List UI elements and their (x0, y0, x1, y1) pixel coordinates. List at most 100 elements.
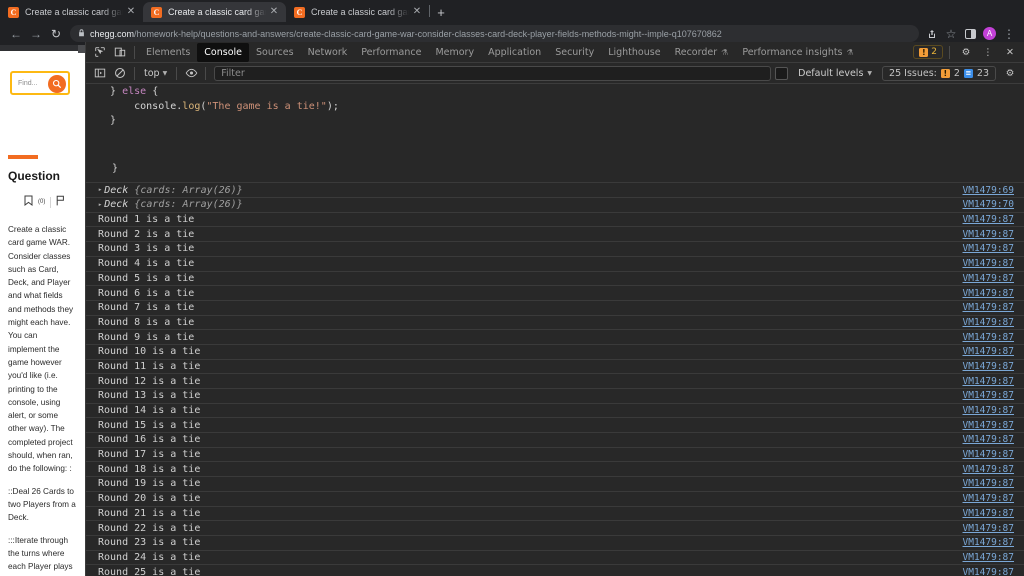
reload-button[interactable]: ↻ (46, 24, 66, 44)
side-panel-icon[interactable] (961, 24, 979, 44)
devtools-tab-recorder[interactable]: Recorder ⚗ (668, 43, 736, 62)
error-badge[interactable]: ! 2 (913, 45, 943, 59)
console-settings-gear-icon[interactable]: ⚙ (1000, 64, 1020, 83)
source-link[interactable]: VM1479:87 (963, 418, 1014, 432)
log-levels-selector[interactable]: Default levels ▼ (792, 68, 878, 79)
source-link[interactable]: VM1479:87 (963, 404, 1014, 418)
avatar[interactable]: A (983, 27, 996, 40)
console-sidebar-icon[interactable] (90, 64, 110, 83)
source-link[interactable]: VM1479:87 (963, 551, 1014, 565)
console-message-row[interactable]: Round 22 is a tie VM1479:87 (86, 520, 1024, 535)
search-icon[interactable] (48, 75, 66, 93)
devtools-tab-console[interactable]: Console (197, 42, 249, 62)
execution-context-selector[interactable]: top ▼ (139, 68, 172, 79)
inspect-element-icon[interactable] (90, 43, 110, 62)
console-message-row[interactable]: Round 12 is a tie VM1479:87 (86, 373, 1024, 388)
browser-tab[interactable]: C Create a classic card game WA✕ (286, 2, 429, 22)
console-message-row[interactable]: Round 2 is a tie VM1479:87 (86, 226, 1024, 241)
source-link[interactable]: VM1479:87 (963, 213, 1014, 227)
source-link[interactable]: VM1479:87 (963, 345, 1014, 359)
console-message-row[interactable]: Round 4 is a tie VM1479:87 (86, 255, 1024, 271)
devtools-tab-memory[interactable]: Memory (428, 43, 481, 62)
console-message-row[interactable]: Round 19 is a tie VM1479:87 (86, 476, 1024, 491)
expand-triangle-icon[interactable]: ▸ (98, 186, 102, 194)
console-object-row[interactable]: ▸ Deck {cards: Array(26)} VM1479:70 (86, 197, 1024, 212)
devtools-tab-sources[interactable]: Sources (249, 43, 301, 62)
browser-menu-icon[interactable]: ⋮ (1000, 24, 1018, 44)
console-message-row[interactable]: Round 16 is a tie VM1479:87 (86, 432, 1024, 447)
address-bar[interactable]: chegg.com/homework-help/questions-and-an… (70, 25, 919, 42)
console-message-row[interactable]: Round 24 is a tie VM1479:87 (86, 549, 1024, 565)
console-message-row[interactable]: Round 5 is a tie VM1479:87 (86, 270, 1024, 286)
gear-icon[interactable]: ⚙ (956, 43, 976, 62)
source-link[interactable]: VM1479:87 (963, 389, 1014, 403)
source-link[interactable]: VM1479:87 (963, 565, 1014, 576)
source-link[interactable]: VM1479:87 (963, 227, 1014, 241)
source-link[interactable]: VM1479:87 (963, 242, 1014, 256)
expand-triangle-icon[interactable]: ▸ (98, 200, 102, 208)
console-message-row[interactable]: Round 1 is a tie VM1479:87 (86, 211, 1024, 227)
console-message-row[interactable]: Round 3 is a tie VM1479:87 (86, 241, 1024, 256)
devtools-tab-application[interactable]: Application (481, 43, 548, 62)
devtools-tab-elements[interactable]: Elements (139, 43, 197, 62)
device-toolbar-icon[interactable] (110, 43, 130, 62)
console-message-row[interactable]: Round 6 is a tie VM1479:87 (86, 285, 1024, 300)
browser-tab[interactable]: C Create a classic card game WA✕ (143, 2, 286, 22)
console-message-row[interactable]: Round 10 is a tie VM1479:87 (86, 343, 1024, 359)
console-message-row[interactable]: Round 18 is a tie VM1479:87 (86, 461, 1024, 476)
console-message-row[interactable]: Round 17 is a tie VM1479:87 (86, 446, 1024, 462)
flag-icon[interactable] (56, 193, 65, 211)
source-link[interactable]: VM1479:87 (963, 316, 1014, 330)
console-message-row[interactable]: Round 25 is a tie VM1479:87 (86, 564, 1024, 576)
source-link[interactable]: VM1479:69 (963, 183, 1014, 197)
share-icon[interactable] (923, 24, 941, 44)
source-link[interactable]: VM1479:87 (963, 360, 1014, 374)
source-link[interactable]: VM1479:87 (963, 492, 1014, 506)
console-message-row[interactable]: Round 15 is a tie VM1479:87 (86, 417, 1024, 432)
devtools-tab-performance[interactable]: Performance (354, 43, 428, 62)
source-link[interactable]: VM1479:87 (963, 448, 1014, 462)
devtools-tab-lighthouse[interactable]: Lighthouse (601, 43, 667, 62)
devtools-tab-performance-insights[interactable]: Performance insights ⚗ (735, 43, 860, 62)
console-message-row[interactable]: Round 20 is a tie VM1479:87 (86, 490, 1024, 506)
browser-tab[interactable]: C Create a classic card game WA✕ (0, 2, 143, 22)
devtools-tab-network[interactable]: Network (301, 43, 355, 62)
source-link[interactable]: VM1479:87 (963, 462, 1014, 476)
console-message-row[interactable]: Round 7 is a tie VM1479:87 (86, 299, 1024, 315)
source-link[interactable]: VM1479:87 (963, 257, 1014, 271)
console-message-row[interactable]: Round 21 is a tie VM1479:87 (86, 505, 1024, 521)
source-link[interactable]: VM1479:87 (963, 433, 1014, 447)
console-message-row[interactable]: Round 13 is a tie VM1479:87 (86, 388, 1024, 403)
source-link[interactable]: VM1479:87 (963, 536, 1014, 550)
tab-close-icon[interactable]: ✕ (268, 7, 280, 17)
console-message-row[interactable]: Round 8 is a tie VM1479:87 (86, 314, 1024, 330)
clear-console-icon[interactable] (110, 64, 130, 83)
back-button[interactable]: ← (6, 24, 26, 44)
source-link[interactable]: VM1479:87 (963, 286, 1014, 300)
console-object-row[interactable]: ▸ Deck {cards: Array(26)} VM1479:69 (86, 182, 1024, 197)
bookmark-star-icon[interactable]: ☆ (942, 24, 960, 44)
console-message-row[interactable]: Round 23 is a tie VM1479:87 (86, 534, 1024, 550)
source-link[interactable]: VM1479:87 (963, 507, 1014, 521)
source-link[interactable]: VM1479:70 (963, 198, 1014, 212)
close-icon[interactable]: ✕ (1000, 43, 1020, 62)
new-tab-button[interactable]: + (430, 2, 452, 22)
source-link[interactable]: VM1479:87 (963, 330, 1014, 344)
find-input[interactable]: Find... (10, 71, 70, 95)
source-link[interactable]: VM1479:87 (963, 521, 1014, 535)
tab-close-icon[interactable]: ✕ (411, 7, 423, 17)
devtools-tab-security[interactable]: Security (548, 43, 601, 62)
live-expression-icon[interactable] (181, 64, 201, 83)
console-message-row[interactable]: Round 14 is a tie VM1479:87 (86, 402, 1024, 418)
console-output[interactable]: } else { console.log("The game is a tie!… (86, 85, 1024, 576)
console-message-row[interactable]: Round 11 is a tie VM1479:87 (86, 358, 1024, 374)
bookmark-icon[interactable] (24, 193, 33, 211)
source-link[interactable]: VM1479:87 (963, 301, 1014, 315)
filter-input[interactable]: Filter (214, 65, 772, 81)
tab-close-icon[interactable]: ✕ (125, 7, 137, 17)
issues-counter[interactable]: 25 Issues: ! 2 ≡ 23 (882, 65, 996, 81)
devtools-more-icon[interactable]: ⋮ (978, 43, 998, 62)
source-link[interactable]: VM1479:87 (963, 374, 1014, 388)
source-link[interactable]: VM1479:87 (963, 477, 1014, 491)
source-link[interactable]: VM1479:87 (963, 272, 1014, 286)
